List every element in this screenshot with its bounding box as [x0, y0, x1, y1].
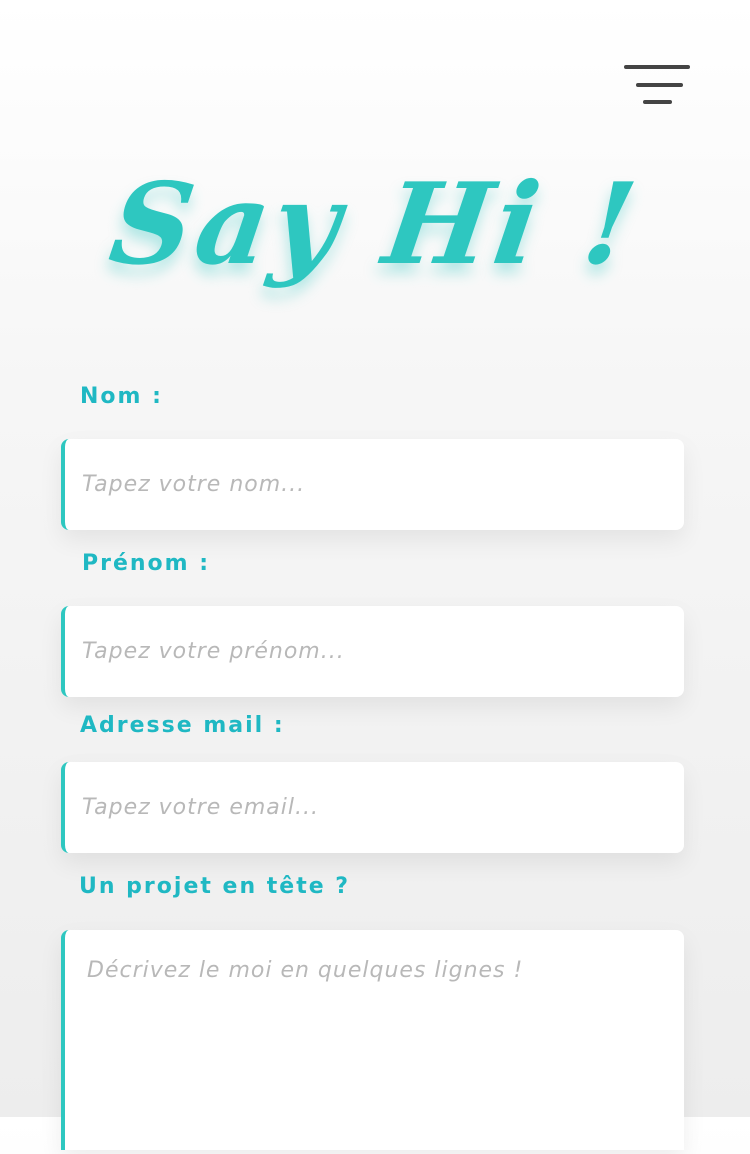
email-label: Adresse mail : [80, 713, 285, 738]
page-title: Say Hi ! [102, 159, 648, 290]
projet-field-container [61, 930, 684, 1150]
prenom-input[interactable] [65, 606, 684, 697]
nom-field-container [61, 439, 684, 530]
menu-bar-top [624, 65, 690, 69]
email-input[interactable] [65, 762, 684, 853]
projet-textarea[interactable] [65, 930, 684, 1150]
nom-label: Nom : [80, 384, 163, 409]
prenom-label: Prénom : [82, 551, 211, 576]
email-field-container [61, 762, 684, 853]
prenom-field-container [61, 606, 684, 697]
menu-bar-bottom [643, 100, 672, 104]
hamburger-menu-icon[interactable] [620, 60, 692, 110]
menu-bar-middle [636, 83, 683, 87]
projet-label: Un projet en tête ? [79, 874, 351, 899]
nom-input[interactable] [65, 439, 684, 530]
